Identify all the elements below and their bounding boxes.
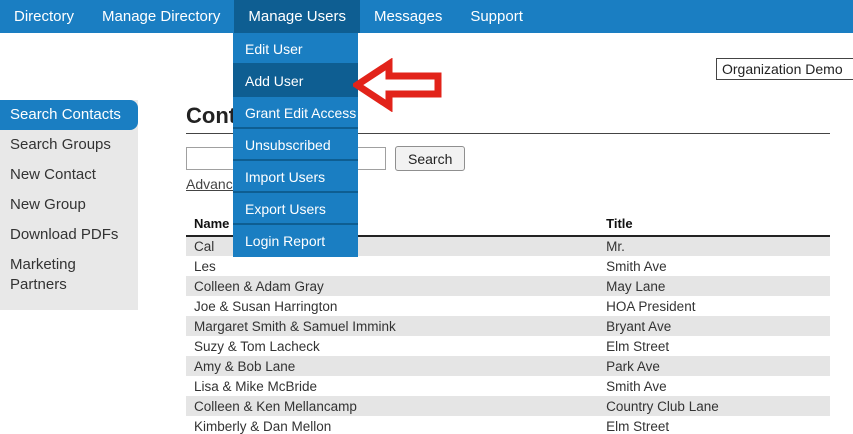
nav-item-messages[interactable]: Messages <box>360 0 456 33</box>
sidebar-item-download-pdfs[interactable]: Download PDFs <box>0 220 138 250</box>
table-row[interactable]: Kimberly & Dan Mellon Elm Street <box>186 416 830 434</box>
red-arrow-left-icon <box>350 57 443 117</box>
table-row[interactable]: Colleen & Ken Mellancamp Country Club Lan… <box>186 396 830 416</box>
sidebar-item-search-groups[interactable]: Search Groups <box>0 130 138 160</box>
table-row[interactable]: Les Smith Ave <box>186 256 830 276</box>
nav-item-support[interactable]: Support <box>456 0 537 33</box>
manage-users-dropdown: Edit User Add User Grant Edit Access Uns… <box>233 33 358 257</box>
menu-item-edit-user[interactable]: Edit User <box>233 33 358 65</box>
nav-item-manage-directory[interactable]: Manage Directory <box>88 0 234 33</box>
menu-item-grant-edit-access[interactable]: Grant Edit Access <box>233 97 358 129</box>
table-row[interactable]: Joe & Susan Harrington HOA President <box>186 296 830 316</box>
top-navbar: Directory Manage Directory Manage Users … <box>0 0 853 33</box>
table-row[interactable]: Colleen & Adam Gray May Lane <box>186 276 830 296</box>
table-row[interactable]: Amy & Bob Lane Park Ave <box>186 356 830 376</box>
menu-item-unsubscribed[interactable]: Unsubscribed <box>233 129 358 161</box>
sidebar-item-new-group[interactable]: New Group <box>0 190 138 220</box>
table-row[interactable]: Margaret Smith & Samuel Immink Bryant Ave <box>186 316 830 336</box>
table-row[interactable]: Lisa & Mike McBride Smith Ave <box>186 376 830 396</box>
sidebar-item-marketing-partners[interactable]: Marketing Partners <box>0 250 138 300</box>
search-button[interactable]: Search <box>395 146 466 171</box>
table-row[interactable]: Suzy & Tom Lacheck Elm Street <box>186 336 830 356</box>
column-header-title: Title <box>598 214 830 237</box>
menu-item-add-user[interactable]: Add User <box>233 65 358 97</box>
organization-select[interactable]: Organization Demo <box>716 58 853 80</box>
nav-item-manage-users[interactable]: Manage Users <box>234 0 360 33</box>
sidebar-item-new-contact[interactable]: New Contact <box>0 160 138 190</box>
menu-item-login-report[interactable]: Login Report <box>233 225 358 257</box>
menu-item-export-users[interactable]: Export Users <box>233 193 358 225</box>
nav-item-directory[interactable]: Directory <box>0 0 88 33</box>
menu-item-import-users[interactable]: Import Users <box>233 161 358 193</box>
sidebar: Search Contacts Search Groups New Contac… <box>0 100 138 310</box>
sidebar-item-search-contacts[interactable]: Search Contacts <box>0 100 138 130</box>
